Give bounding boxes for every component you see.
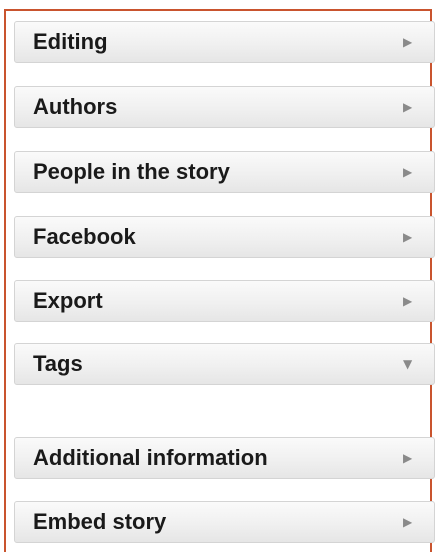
section-people-in-the-story[interactable]: People in the story ▶ — [14, 151, 435, 193]
section-embed-label: Embed story — [33, 509, 167, 534]
chevron-right-icon: ▶ — [403, 35, 413, 49]
chevron-right-icon: ▶ — [403, 165, 413, 179]
section-authors-label: Authors — [33, 94, 118, 119]
section-additional-label: Additional information — [33, 445, 268, 470]
section-editing-label: Editing — [33, 29, 108, 54]
section-facebook[interactable]: Facebook ▶ — [14, 216, 435, 258]
chevron-right-icon: ▶ — [403, 515, 413, 529]
section-tags[interactable]: Tags ▼ — [14, 343, 435, 385]
chevron-down-icon: ▼ — [403, 357, 413, 371]
chevron-right-icon: ▶ — [403, 100, 413, 114]
chevron-right-icon: ▶ — [403, 230, 413, 244]
chevron-right-icon: ▶ — [403, 294, 413, 308]
section-export-label: Export — [33, 288, 103, 313]
section-editing[interactable]: Editing ▶ — [14, 21, 435, 63]
section-export[interactable]: Export ▶ — [14, 280, 435, 322]
section-authors[interactable]: Authors ▶ — [14, 86, 435, 128]
section-people-label: People in the story — [33, 159, 230, 184]
section-additional-information[interactable]: Additional information ▶ — [14, 437, 435, 479]
section-embed-story[interactable]: Embed story ▶ — [14, 501, 435, 543]
chevron-right-icon: ▶ — [403, 451, 413, 465]
section-facebook-label: Facebook — [33, 224, 136, 249]
section-tags-label: Tags — [33, 351, 83, 376]
